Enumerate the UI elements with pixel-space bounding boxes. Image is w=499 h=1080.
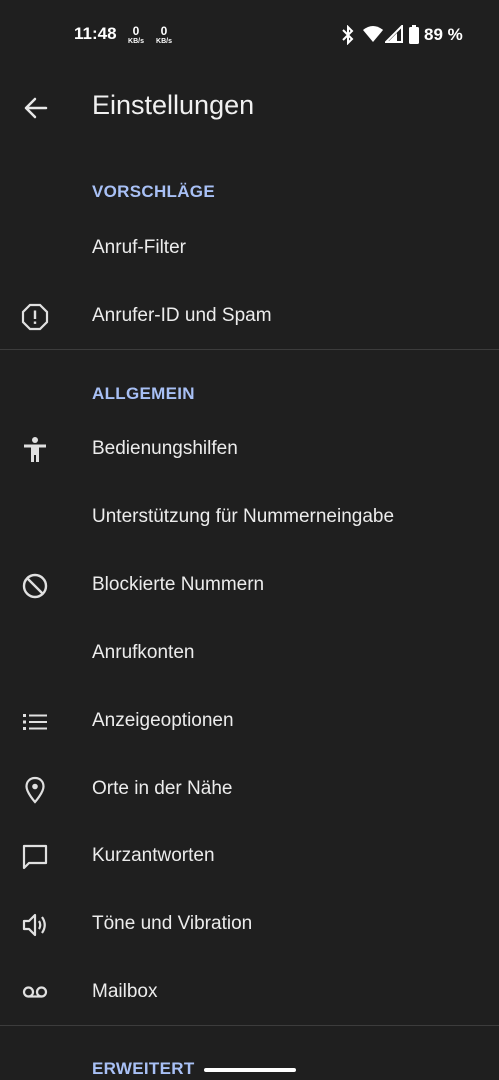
- settings-item-calling-accounts[interactable]: Anrufkonten: [0, 619, 499, 687]
- settings-item-call-filter[interactable]: Anruf-Filter: [0, 214, 499, 282]
- wifi-icon: [363, 26, 383, 42]
- settings-item-label: Kurzantworten: [92, 845, 215, 866]
- settings-item-blocked-numbers[interactable]: Blockierte Nummern: [0, 551, 499, 619]
- section-divider: [0, 349, 499, 350]
- settings-item-label: Bedienungshilfen: [92, 438, 238, 459]
- section-header-advanced: ERWEITERT: [92, 1059, 195, 1078]
- settings-item-label: Mailbox: [92, 981, 158, 1002]
- settings-item-accessibility[interactable]: Bedienungshilfen: [0, 415, 499, 483]
- list-icon: [23, 714, 47, 730]
- battery-percent: 89 %: [424, 25, 463, 44]
- volume-icon: [22, 913, 46, 937]
- settings-item-voicemail[interactable]: Mailbox: [0, 958, 499, 1026]
- voicemail-icon: [22, 986, 48, 998]
- home-indicator[interactable]: [204, 1068, 296, 1072]
- settings-item-label: Anzeigeoptionen: [92, 710, 234, 731]
- net-down-value: 0: [132, 24, 140, 38]
- battery-icon: [409, 25, 419, 44]
- back-button[interactable]: [14, 86, 58, 130]
- net-down-unit: KB/s: [128, 38, 144, 45]
- status-time: 11:48: [74, 24, 117, 43]
- settings-item-nearby-places[interactable]: Orte in der Nähe: [0, 755, 499, 823]
- block-icon: [22, 573, 48, 599]
- settings-item-caller-id-spam[interactable]: Anrufer-ID und Spam: [0, 282, 499, 350]
- bluetooth-icon: [342, 25, 354, 45]
- settings-item-label: Unterstützung für Nummerneingabe: [92, 506, 395, 527]
- settings-item-label: Orte in der Nähe: [92, 778, 233, 799]
- chat-bubble-icon: [22, 844, 48, 870]
- page-title: Einstellungen: [92, 90, 255, 120]
- app-bar: Einstellungen: [0, 72, 499, 144]
- section-divider: [0, 1025, 499, 1026]
- signal-icon: [385, 25, 403, 43]
- settings-item-dial-assist[interactable]: Unterstützung für Nummerneingabe: [0, 483, 499, 551]
- net-up-value: 0: [160, 24, 168, 38]
- accessibility-icon: [24, 437, 46, 462]
- location-pin-icon: [25, 776, 45, 804]
- settings-item-label: Anruf-Filter: [92, 237, 186, 258]
- settings-item-quick-responses[interactable]: Kurzantworten: [0, 822, 499, 890]
- settings-item-label: Anrufkonten: [92, 642, 195, 663]
- arrow-back-icon: [24, 97, 48, 119]
- section-header-suggestions: VORSCHLÄGE: [92, 182, 215, 201]
- net-up-unit: KB/s: [156, 38, 172, 45]
- settings-item-label: Anrufer-ID und Spam: [92, 305, 272, 326]
- settings-item-display-options[interactable]: Anzeigeoptionen: [0, 687, 499, 755]
- status-bar: 11:48 0 KB/s 0 KB/s 89 %: [0, 0, 499, 70]
- alert-octagon-icon: [21, 303, 49, 331]
- net-speed-down: 0 KB/s: [125, 25, 147, 46]
- settings-item-label: Töne und Vibration: [92, 913, 253, 934]
- settings-item-sounds-vibration[interactable]: Töne und Vibration: [0, 890, 499, 958]
- settings-item-label: Blockierte Nummern: [92, 574, 265, 595]
- net-speed-up: 0 KB/s: [153, 25, 175, 46]
- section-header-general: ALLGEMEIN: [92, 384, 195, 403]
